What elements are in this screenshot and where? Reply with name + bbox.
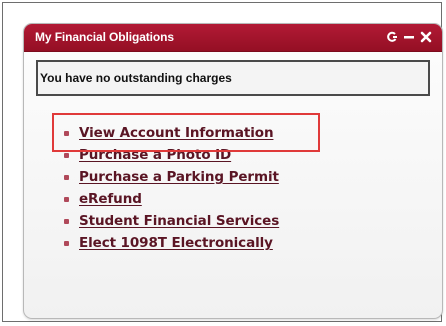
bullet-icon	[64, 174, 69, 180]
bullet-icon	[64, 196, 69, 202]
link-item-photo-id: Purchase a Photo ID	[64, 144, 279, 166]
link-item-1098t: Elect 1098T Electronically	[64, 232, 279, 254]
close-icon[interactable]	[420, 30, 432, 44]
purchase-parking-permit-link[interactable]: Purchase a Parking Permit	[79, 169, 279, 185]
link-item-erefund: eRefund	[64, 188, 279, 210]
link-item-student-financial-services: Student Financial Services	[64, 210, 279, 232]
bullet-icon	[64, 152, 69, 158]
minimize-icon[interactable]	[403, 30, 415, 44]
refresh-icon[interactable]	[386, 30, 398, 44]
bullet-icon	[64, 130, 69, 136]
link-item-parking-permit: Purchase a Parking Permit	[64, 166, 279, 188]
bullet-icon	[64, 240, 69, 246]
view-account-information-link[interactable]: View Account Information	[79, 125, 274, 141]
bullet-icon	[64, 218, 69, 224]
screenshot-frame: My Financial Obligations You have no out…	[2, 2, 443, 322]
status-message: You have no outstanding charges	[40, 71, 232, 85]
financial-obligations-portlet: My Financial Obligations You have no out…	[23, 23, 443, 319]
status-message-box: You have no outstanding charges	[36, 60, 430, 96]
portlet-header: My Financial Obligations	[24, 24, 442, 52]
erefund-link[interactable]: eRefund	[79, 191, 142, 207]
portlet-controls	[386, 28, 432, 46]
portlet-title: My Financial Obligations	[35, 30, 174, 44]
student-financial-services-link[interactable]: Student Financial Services	[79, 213, 279, 229]
elect-1098t-electronically-link[interactable]: Elect 1098T Electronically	[79, 235, 273, 251]
financial-links-list: View Account Information Purchase a Phot…	[64, 122, 279, 254]
link-item-view-account: View Account Information	[64, 122, 279, 144]
purchase-photo-id-link[interactable]: Purchase a Photo ID	[79, 147, 231, 163]
